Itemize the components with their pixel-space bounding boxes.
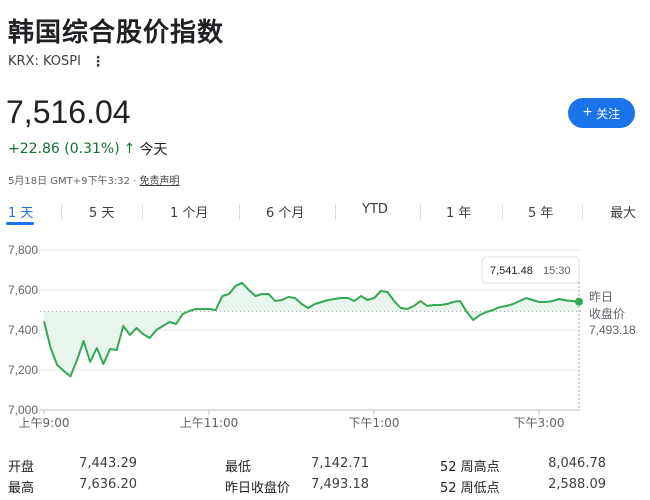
prev-close-label: 昨日 (589, 290, 613, 304)
change-period: 今天 (139, 142, 168, 158)
active-tab-indicator (6, 222, 34, 225)
current-point (575, 297, 583, 306)
stat-value: 8,046.78 (548, 456, 606, 471)
prev-close-value: 7,493.18 (589, 323, 636, 337)
prev-close-label: 收盘价 (589, 306, 625, 321)
tab-range[interactable]: 1 个月 (170, 202, 208, 221)
tab-divider (582, 205, 583, 219)
tab-divider (61, 205, 62, 219)
tab-range[interactable]: 5 天 (89, 202, 114, 221)
follow-button[interactable]: + 关注 (568, 98, 635, 128)
tab-range[interactable]: 最大 (610, 202, 636, 221)
quote-timestamp: 5月18日 GMT+9下午3:32 · 免责声明 (8, 172, 179, 187)
stat-value: 2,588.09 (548, 477, 606, 492)
tab-divider (335, 205, 336, 219)
arrow-up-icon: ↑ (123, 141, 136, 157)
price-change: +22.86 (0.31%) ↑ 今天 (8, 139, 167, 159)
x-tick-label: 下午1:00 (349, 416, 400, 430)
change-value: +22.86 (0.31%) (8, 141, 120, 157)
tooltip-value: 7,541.48 (490, 265, 533, 277)
stat-value: 7,142.71 (311, 456, 369, 471)
tab-range[interactable]: 5 年 (528, 202, 553, 221)
x-tick-label: 下午3:00 (514, 416, 565, 430)
tab-range[interactable]: 1 年 (446, 202, 471, 221)
x-tick-label: 上午9:00 (19, 416, 70, 430)
range-tabs: 1 天 5 天 1 个月 6 个月 YTD 1 年 5 年 最大 (0, 196, 650, 226)
stat-label: 52 周高点 (440, 460, 500, 475)
y-tick-label: 7,800 (8, 243, 38, 257)
tab-divider (239, 205, 240, 219)
y-tick-label: 7,400 (8, 323, 38, 337)
current-price: 7,516.04 (6, 94, 131, 130)
timestamp-text: 5月18日 GMT+9下午3:32 · (8, 176, 140, 187)
stat-label: 52 周低点 (440, 481, 500, 496)
price-chart: 7,800 7,600 7,400 7,200 7,000上午9:00 上午11:00 下午… (8, 243, 636, 430)
y-tick-label: 7,000 (8, 403, 38, 417)
stat-label: 最低 (225, 460, 252, 475)
stat-label: 开盘 (8, 460, 35, 475)
stat-value: 7,443.29 (79, 456, 137, 471)
tab-range[interactable]: 1 天 (8, 202, 33, 221)
disclaimer-link[interactable]: 免责声明 (139, 176, 179, 187)
ticker-symbol: KRX: KOSPI (8, 54, 81, 69)
more-vert-icon[interactable]: ⋮ (91, 55, 105, 69)
tab-range[interactable]: YTD (362, 202, 388, 217)
stat-value: 7,493.18 (311, 477, 369, 492)
ticker-row: KRX: KOSPI ⋮ (8, 54, 105, 69)
page-title: 韩国综合股价指数 (8, 18, 225, 48)
tab-range[interactable]: 6 个月 (266, 202, 304, 221)
x-tick-label: 上午11:00 (180, 416, 239, 430)
y-tick-label: 7,600 (8, 283, 38, 297)
plus-icon: + (582, 104, 593, 121)
stat-label: 最高 (8, 481, 35, 496)
tab-divider (142, 205, 143, 219)
y-tick-label: 7,200 (8, 363, 38, 377)
follow-label: 关注 (596, 106, 621, 121)
stat-value: 7,636.20 (79, 477, 137, 492)
tab-divider (420, 205, 421, 219)
tooltip-time: 15:30 (543, 265, 571, 277)
tab-divider (502, 205, 503, 219)
stat-label: 昨日收盘价 (225, 481, 291, 496)
